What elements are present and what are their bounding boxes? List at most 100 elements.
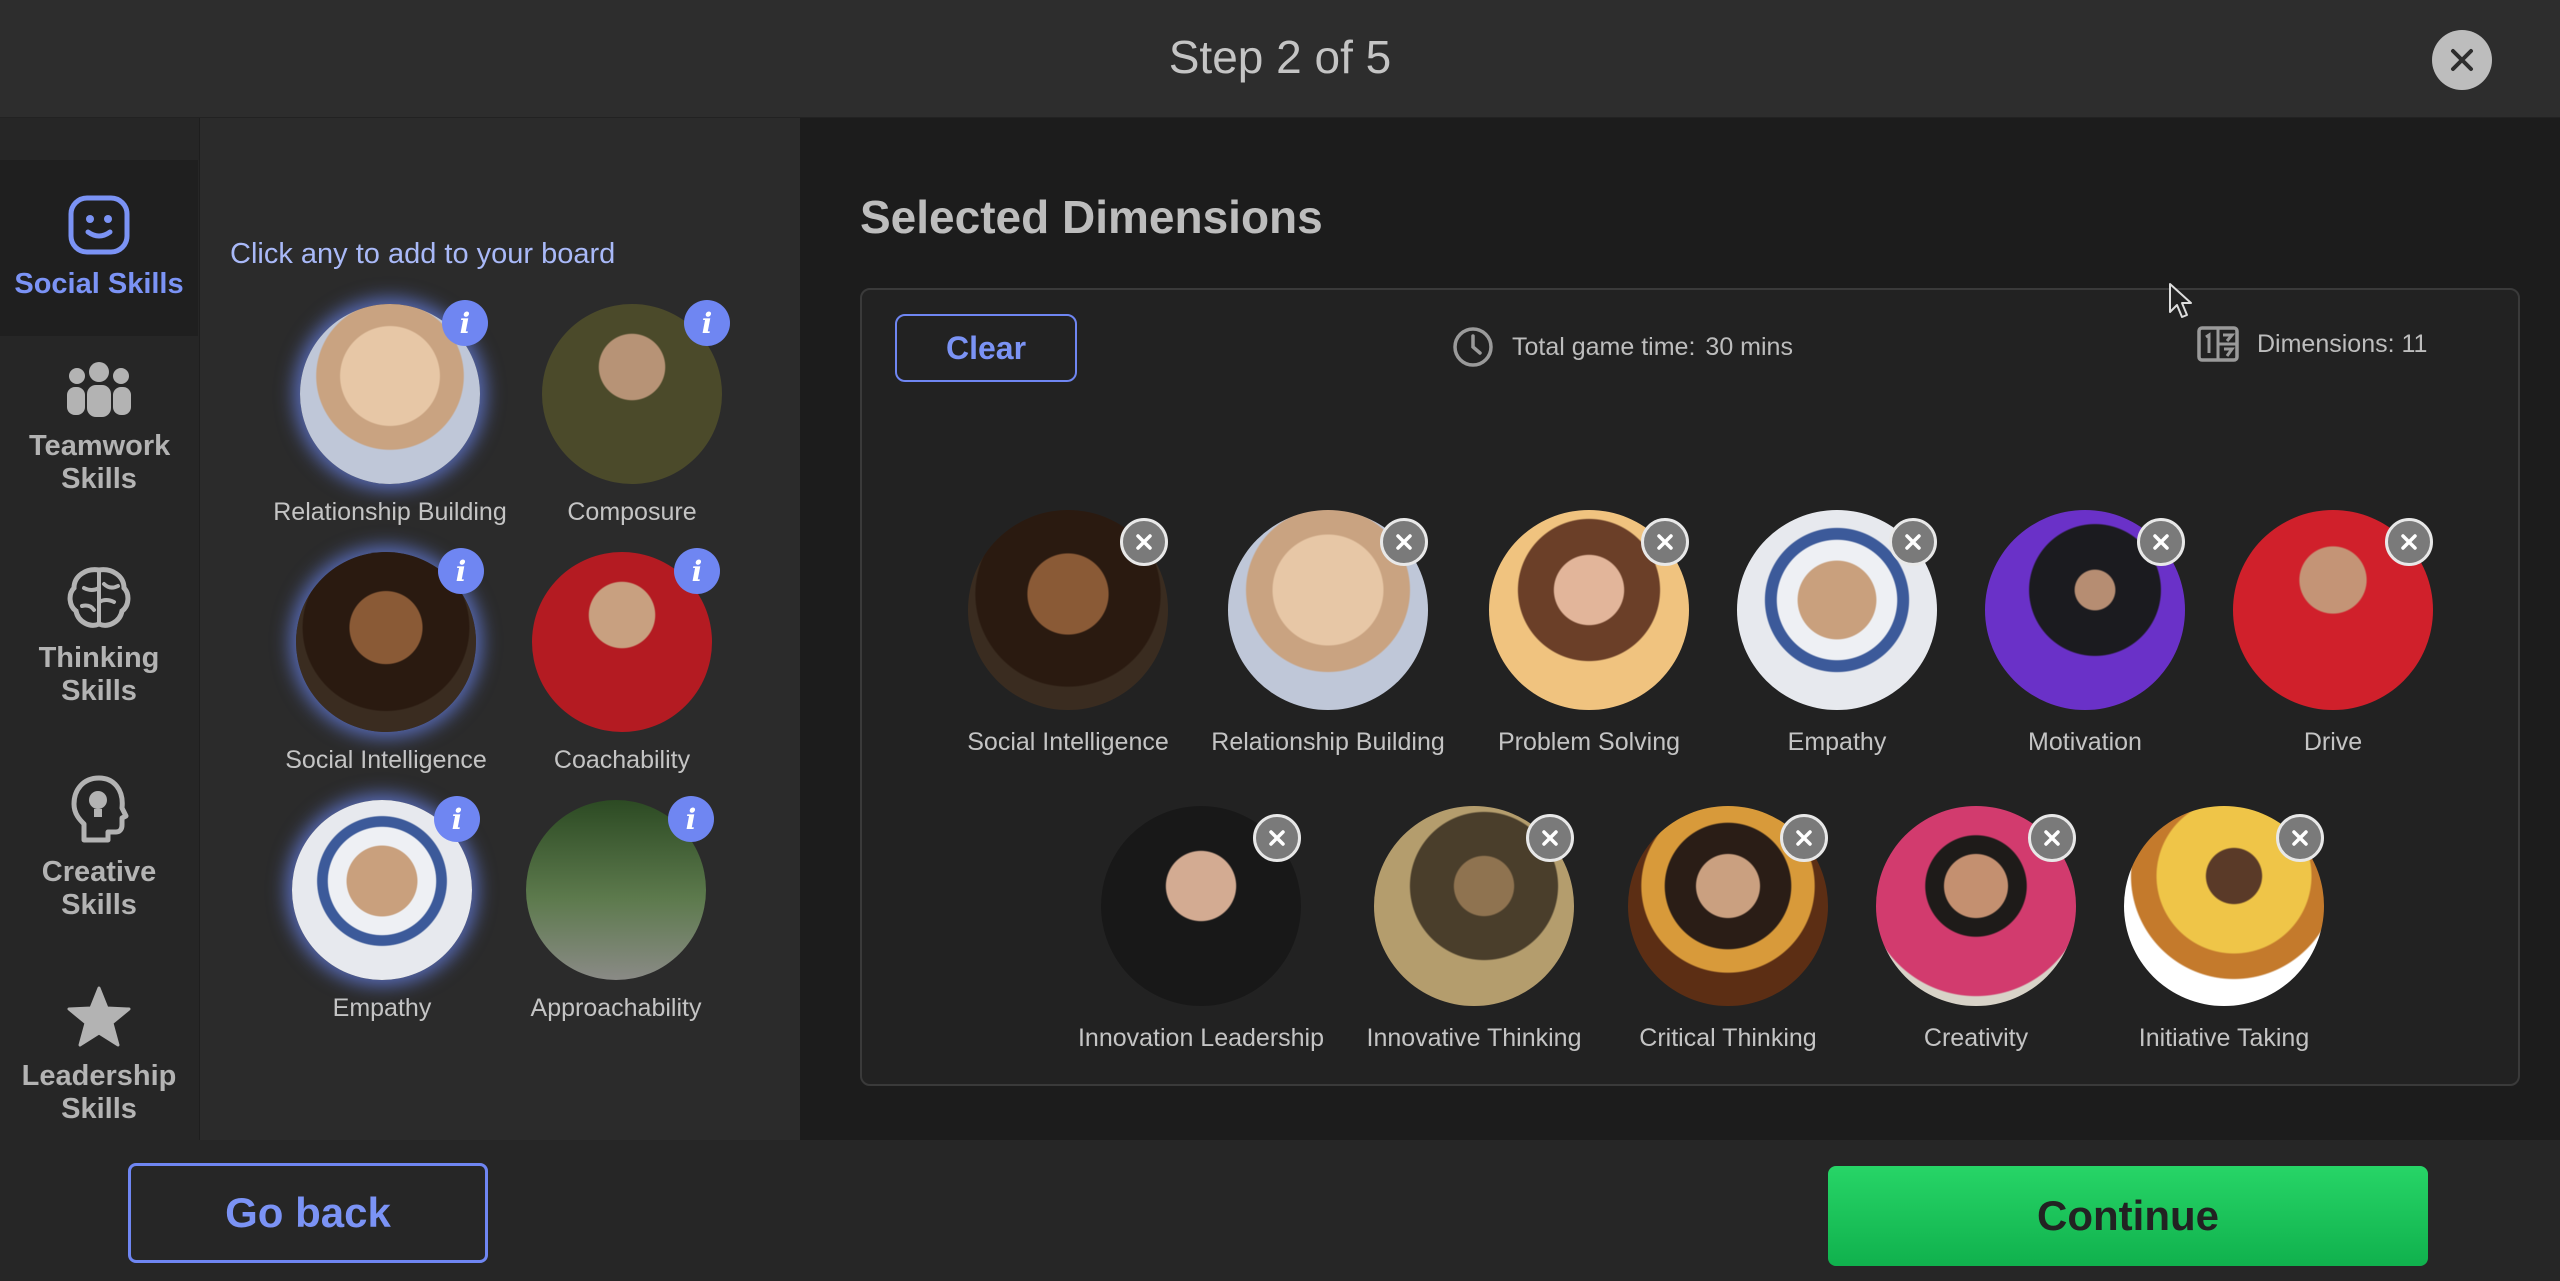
- selected-dimension[interactable]: Relationship Building: [1211, 510, 1445, 757]
- skill-photo: i: [526, 796, 714, 980]
- selected-dimension[interactable]: Motivation: [1970, 510, 2200, 757]
- skill-photo: i: [542, 300, 730, 484]
- category-sidebar: Social Skills Teamwork Skills Thinking S…: [0, 118, 200, 1140]
- dimensions-count-label: Dimensions: 11: [2257, 329, 2428, 358]
- category-label: Social Skills: [14, 268, 184, 300]
- skill-card-composure[interactable]: i Composure: [512, 300, 752, 527]
- remove-icon[interactable]: [2385, 518, 2433, 566]
- selected-dimension[interactable]: Initiative Taking: [2109, 806, 2339, 1053]
- category-creative-skills[interactable]: Creative Skills: [0, 774, 198, 958]
- dimension-label: Social Intelligence: [967, 728, 1169, 756]
- dimension-label: Problem Solving: [1497, 728, 1681, 756]
- skill-card-coachability[interactable]: i Coachability: [502, 548, 742, 775]
- info-icon[interactable]: i: [674, 548, 720, 594]
- close-icon: [2451, 49, 2473, 71]
- selected-dimension[interactable]: Innovation Leadership: [1078, 806, 1324, 1053]
- skill-picker-panel: Click any to add to your board i Relatio…: [200, 118, 800, 1140]
- info-icon[interactable]: i: [442, 300, 488, 346]
- star-icon: [67, 986, 131, 1047]
- info-icon[interactable]: i: [684, 300, 730, 346]
- selected-dimension[interactable]: Problem Solving: [1474, 510, 1704, 757]
- dimension-label: Initiative Taking: [2138, 1024, 2310, 1052]
- category-label: Leadership Skills: [21, 1060, 177, 1126]
- brain-icon: [67, 567, 131, 628]
- clock-icon: [1453, 327, 1493, 367]
- selected-dimension[interactable]: Social Intelligence: [953, 510, 1183, 757]
- skill-label: Composure: [567, 498, 697, 526]
- footer: Go back Continue: [0, 1140, 2560, 1281]
- skill-photo: i: [532, 548, 720, 732]
- dimension-label: Innovative Thinking: [1366, 1024, 1582, 1052]
- category-leadership-skills[interactable]: Leadership Skills: [0, 986, 198, 1136]
- mouse-cursor-icon: [2169, 283, 2192, 318]
- info-icon[interactable]: i: [434, 796, 480, 842]
- remove-icon[interactable]: [1120, 518, 1168, 566]
- remove-icon[interactable]: [2028, 814, 2076, 862]
- dimension-label: Innovation Leadership: [1077, 1024, 1325, 1052]
- head-lightbulb-icon: [71, 775, 129, 843]
- smile-face-icon: [68, 195, 130, 255]
- dimension-photo: [1985, 510, 2185, 710]
- skill-card-social-intelligence[interactable]: i Social Intelligence: [266, 548, 506, 775]
- skill-card-relationship-building[interactable]: i Relationship Building: [270, 300, 510, 527]
- step-indicator: Step 2 of 5: [1168, 31, 1392, 83]
- go-back-button[interactable]: Go back: [128, 1163, 488, 1263]
- skill-label: Relationship Building: [273, 498, 507, 526]
- remove-icon[interactable]: [2276, 814, 2324, 862]
- remove-icon[interactable]: [1380, 518, 1428, 566]
- skill-card-approachability[interactable]: i Approachability: [496, 796, 736, 1023]
- dimension-photo: [2233, 510, 2433, 710]
- selected-dimension[interactable]: Empathy: [1722, 510, 1952, 757]
- category-social-skills[interactable]: Social Skills: [0, 160, 198, 336]
- category-thinking-skills[interactable]: Thinking Skills: [0, 566, 198, 746]
- skill-label: Social Intelligence: [285, 746, 487, 774]
- skill-card-empathy[interactable]: i Empathy: [262, 796, 502, 1023]
- remove-icon[interactable]: [1889, 518, 1937, 566]
- info-icon[interactable]: i: [668, 796, 714, 842]
- dimension-photo: [1228, 510, 1428, 710]
- dimension-photo: [1489, 510, 1689, 710]
- skill-photo: i: [292, 796, 480, 980]
- selected-dimension[interactable]: Creativity: [1861, 806, 2091, 1053]
- remove-icon[interactable]: [1641, 518, 1689, 566]
- remove-icon[interactable]: [2137, 518, 2185, 566]
- dimensions-count: Dimensions: 11: [2197, 326, 2427, 362]
- dimensions-board: Clear Total game time: 30 mins Dimension…: [860, 288, 2520, 1086]
- close-button[interactable]: [2432, 30, 2492, 90]
- continue-button[interactable]: Continue: [1828, 1166, 2428, 1266]
- remove-icon[interactable]: [1253, 814, 1301, 862]
- total-time-value: 30 mins: [1705, 332, 1793, 361]
- category-label: Teamwork Skills: [29, 430, 171, 496]
- remove-icon[interactable]: [1780, 814, 1828, 862]
- dimensions-icon: [2197, 326, 2239, 362]
- selected-dimension[interactable]: Critical Thinking: [1613, 806, 1843, 1053]
- total-game-time: Total game time: 30 mins: [1452, 326, 1793, 368]
- dimension-photo: [1628, 806, 1828, 1006]
- category-label: Thinking Skills: [38, 642, 160, 708]
- selected-dimension[interactable]: Innovative Thinking: [1359, 806, 1589, 1053]
- remove-icon[interactable]: [1526, 814, 1574, 862]
- skill-photo: i: [300, 300, 488, 484]
- skill-label: Empathy: [332, 994, 432, 1022]
- info-icon[interactable]: i: [438, 548, 484, 594]
- dimension-photo: [1876, 806, 2076, 1006]
- skill-label: Approachability: [530, 994, 702, 1022]
- picker-hint: Click any to add to your board: [230, 238, 616, 270]
- section-title: Selected Dimensions: [860, 191, 1323, 243]
- selected-dimension[interactable]: Drive: [2218, 510, 2448, 757]
- dimension-photo: [1374, 806, 1574, 1006]
- dimension-label: Empathy: [1787, 728, 1887, 756]
- dimension-photo: [1101, 806, 1301, 1006]
- category-teamwork-skills[interactable]: Teamwork Skills: [0, 360, 198, 540]
- dimension-label: Creativity: [1923, 1024, 2029, 1052]
- people-group-icon: [67, 362, 131, 417]
- selected-dimensions-area: Selected Dimensions Clear Total game tim…: [800, 118, 2560, 1140]
- dimension-photo: [1737, 510, 1937, 710]
- clear-button[interactable]: Clear: [895, 314, 1077, 382]
- dimension-label: Motivation: [2028, 728, 2142, 756]
- header: Step 2 of 5: [0, 0, 2560, 118]
- dimension-photo: [968, 510, 1168, 710]
- dimension-label: Relationship Building: [1211, 728, 1445, 756]
- total-time-label: Total game time:: [1512, 332, 1696, 361]
- dimension-label: Drive: [2303, 728, 2363, 756]
